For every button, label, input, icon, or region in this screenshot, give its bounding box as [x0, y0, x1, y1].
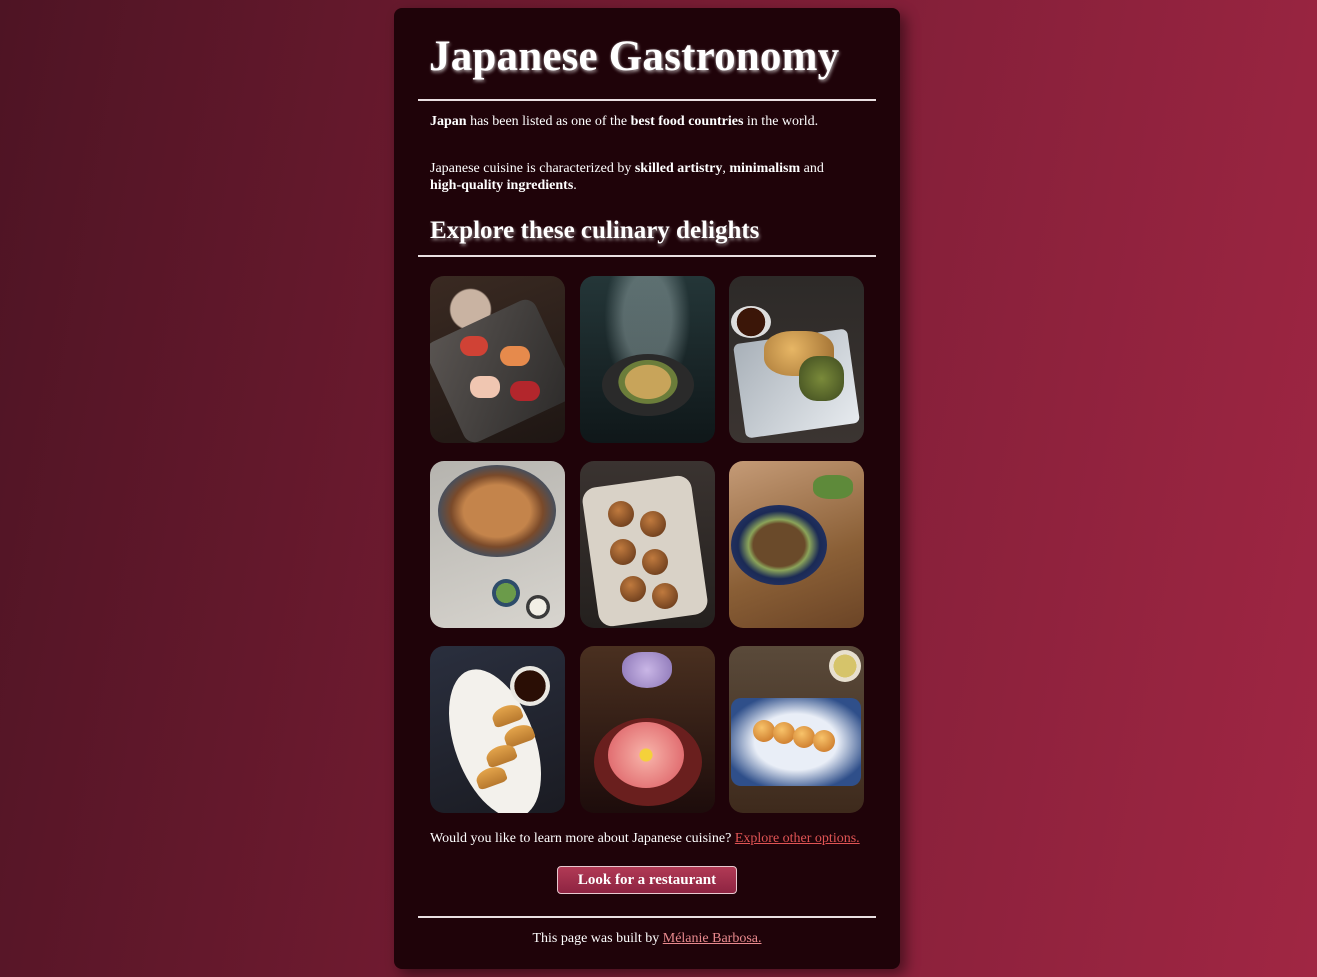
- intro-text: and: [800, 161, 824, 176]
- food-image-takoyaki: [579, 461, 715, 628]
- explore-options-link[interactable]: Explore other options.: [735, 831, 860, 846]
- page-title: Japanese Gastronomy: [429, 33, 840, 80]
- intro-highlight: skilled artistry: [634, 161, 723, 176]
- divider: [418, 255, 876, 257]
- intro-highlight: best food countries: [630, 114, 744, 129]
- main-card: Japanese Gastronomy Japan has been liste…: [394, 8, 900, 969]
- food-image-okonomiyaki: [430, 461, 565, 628]
- learn-more-text: Would you like to learn more about Japan…: [430, 831, 860, 847]
- intro-highlight: minimalism: [729, 161, 801, 176]
- divider: [418, 99, 876, 101]
- intro-highlight: high-quality ingredients: [430, 178, 574, 193]
- intro-paragraph-1: Japan has been listed as one of the best…: [430, 113, 860, 130]
- author-link[interactable]: Mélanie Barbosa.: [663, 931, 762, 946]
- food-image-wagashi: [579, 646, 715, 813]
- food-image-gyoza: [430, 646, 565, 813]
- intro-text: has been listed as one of the: [466, 114, 631, 129]
- restaurant-button[interactable]: Look for a restaurant: [557, 866, 737, 894]
- learn-more-question: Would you like to learn more about Japan…: [430, 831, 735, 846]
- footer: This page was built by Mélanie Barbosa.: [394, 931, 900, 947]
- intro-highlight: Japan: [430, 114, 467, 129]
- food-image-dango: [729, 646, 864, 813]
- gallery-title: Explore these culinary delights: [430, 217, 760, 244]
- divider: [418, 916, 876, 918]
- footer-text: This page was built by: [532, 931, 663, 946]
- food-image-ramen: [579, 276, 715, 443]
- intro-text: in the world.: [743, 114, 819, 129]
- food-image-sushi: [430, 276, 565, 443]
- intro-paragraph-2: Japanese cuisine is characterized by ski…: [430, 160, 860, 194]
- food-image-rice-bowl: [729, 461, 864, 628]
- food-image-tempura: [729, 276, 864, 443]
- intro-text: Japanese cuisine is characterized by: [430, 161, 635, 176]
- intro-text: .: [573, 178, 577, 193]
- food-gallery: [430, 276, 864, 813]
